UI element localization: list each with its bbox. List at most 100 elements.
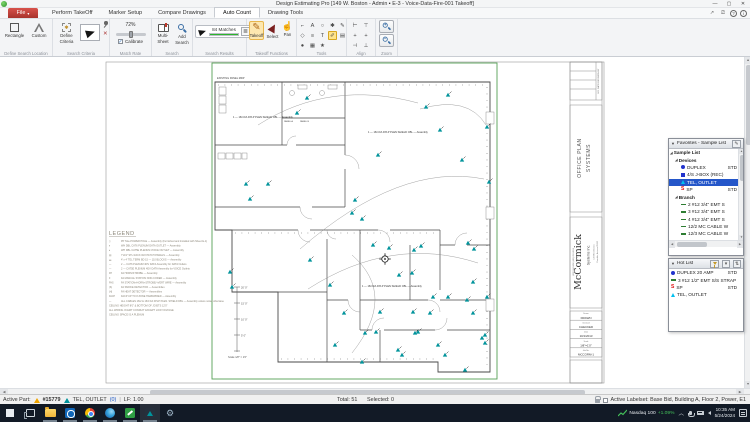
marker-tool-icon[interactable]: ✐	[328, 31, 337, 40]
takeoff-symbol[interactable]	[463, 367, 469, 372]
pin-icon[interactable]	[101, 20, 109, 28]
scroll-up-icon[interactable]: ▲	[739, 149, 743, 154]
hot-list-panel-header[interactable]: ▼ Hot List ▾ ⇅	[669, 259, 743, 269]
select-button[interactable]: Select	[265, 21, 280, 40]
search-results-box[interactable]: 84 Matches ≣	[195, 25, 253, 38]
menu-tool-icon[interactable]: ≡	[308, 31, 317, 40]
help-icon[interactable]: ?	[730, 10, 737, 17]
scroll-thumb[interactable]	[740, 155, 744, 181]
takeoff-symbol[interactable]	[266, 181, 272, 186]
center-v-icon[interactable]: +	[361, 31, 371, 40]
tray-chevron-icon[interactable]: ︿	[678, 409, 684, 417]
takeoff-symbol[interactable]	[483, 340, 489, 345]
hot-list-item-sp[interactable]: SSPSTD	[669, 284, 743, 291]
export-icon[interactable]: ↗	[708, 9, 716, 17]
dot-tool-icon[interactable]: ●	[298, 41, 307, 50]
zoom-in-button[interactable]: +	[379, 20, 394, 33]
canvas-vertical-scrollbar[interactable]: ▲ ▼	[744, 57, 750, 388]
takeoff-symbol[interactable]	[460, 157, 466, 162]
takeoff-symbol[interactable]	[230, 284, 236, 289]
takeoff-symbol[interactable]	[353, 197, 359, 202]
takeoff-symbol[interactable]	[428, 310, 434, 315]
multi-sheet-button[interactable]: Multi- Sheet	[154, 21, 172, 45]
circle-tool-icon[interactable]: ○	[318, 21, 327, 30]
takeoff-symbol[interactable]	[244, 181, 250, 186]
align-bottom-icon[interactable]: ⊥	[361, 41, 371, 50]
tab-drawing-tools[interactable]: Drawing Tools	[260, 7, 311, 18]
takeoff-symbol[interactable]	[378, 309, 384, 314]
takeoff-symbol[interactable]	[436, 342, 442, 347]
action-center-icon[interactable]	[739, 409, 747, 417]
takeoff-symbol[interactable]	[396, 347, 402, 352]
takeoff-symbol[interactable]	[305, 95, 311, 100]
info-icon[interactable]: i	[740, 10, 747, 17]
taskbar-app-edge[interactable]	[100, 404, 120, 422]
tree-item-4-s-j-box-rec-[interactable]: 4/S J-BOX (REC)	[669, 171, 743, 178]
takeoff-symbol[interactable]	[387, 245, 393, 250]
edit-favorites-icon[interactable]: ✎	[732, 140, 741, 148]
sort-icon[interactable]: ⇅	[733, 260, 741, 268]
task-view-button[interactable]	[20, 404, 40, 422]
collapse-icon[interactable]: ▼	[671, 141, 675, 146]
tree-item-tel-outlet[interactable]: TEL, OUTLET	[669, 179, 743, 186]
flag-tool-icon[interactable]: ⌐	[298, 21, 307, 30]
speaker-icon[interactable]	[708, 411, 711, 415]
grid-tool-icon[interactable]: ▤	[338, 31, 347, 40]
expander-icon[interactable]: ◢	[670, 151, 673, 155]
tree-item-12-3-mc-cable-w[interactable]: 12/3 MC CABLE W	[669, 230, 743, 237]
takeoff-symbol[interactable]	[419, 243, 425, 248]
takeoff-symbol[interactable]	[483, 332, 489, 337]
tree-node-devices[interactable]: ◢Devices	[669, 156, 743, 163]
tree-node-sample-list[interactable]: ◢Sample List	[669, 149, 743, 156]
taskbar-app-chrome[interactable]	[80, 404, 100, 422]
tab-perform-takeoff[interactable]: Perform TakeOff	[44, 7, 101, 18]
drawing-canvas[interactable]: NO. DATE REVISION BY OFFICE PLAN SYSTEMS…	[0, 57, 744, 388]
tree-item-3-12-3-4-emt-s[interactable]: 3 #12 3/4" EMT S	[669, 208, 743, 215]
taskbar-app-outlook[interactable]	[60, 404, 80, 422]
taskbar-app-file-explorer[interactable]	[40, 404, 60, 422]
tree-item-2-12-3-4-emt-s[interactable]: 2 #12 3/4" EMT S	[669, 201, 743, 208]
scroll-left-icon[interactable]: ◀	[669, 241, 675, 248]
takeoff-button[interactable]: ✎ Takeoff	[249, 21, 264, 40]
takeoff-symbol[interactable]	[376, 152, 382, 157]
taskbar-app-green-suite[interactable]	[120, 404, 140, 422]
favorites-horizontal-scrollbar[interactable]: ◀ ▶	[669, 240, 743, 247]
custom-search-button[interactable]: Custom	[28, 21, 50, 39]
takeoff-symbol[interactable]	[471, 310, 477, 315]
takeoff-symbol[interactable]	[410, 270, 416, 275]
microphone-icon[interactable]	[689, 411, 692, 416]
hot-list-item-tel-outlet[interactable]: TEL, OUTLET	[669, 291, 743, 298]
taskbar-app-settings[interactable]: ⚙	[160, 404, 180, 422]
takeoff-symbol[interactable]	[295, 110, 301, 115]
tree-item-12-2-mc-cable-w[interactable]: 12/2 MC CABLE W	[669, 223, 743, 230]
hot-list-item-duplex-20-amp[interactable]: DUPLEX 20 AMPSTD	[669, 269, 743, 276]
center-h-icon[interactable]: +	[350, 31, 360, 40]
star-tool-icon[interactable]: ★	[318, 41, 327, 50]
tree-item-sp[interactable]: SSPSTD	[669, 186, 743, 193]
vertical-scroll-thumb[interactable]	[746, 65, 750, 145]
hot-list-item-3-12-1-2-emt-s-s-strap[interactable]: 3 #12 1/2" EMT S/S STRAP	[669, 276, 743, 283]
minimize-button[interactable]: —	[708, 0, 722, 8]
letter-t-tool-icon[interactable]: T	[318, 31, 327, 40]
favorites-panel-header[interactable]: ▼ Favorites - Sample List ✎	[669, 139, 743, 149]
pan-button[interactable]: ☝ Pan	[280, 21, 295, 38]
filter-dropdown-icon[interactable]: ▾	[722, 260, 730, 268]
zoom-out-button[interactable]: −	[379, 34, 394, 47]
tree-item-4-12-3-4-emt-s[interactable]: 4 #12 3/4" EMT S	[669, 216, 743, 223]
tree-node-branch[interactable]: ◢Branch	[669, 193, 743, 200]
scroll-down-icon[interactable]: ▼	[745, 381, 750, 388]
filter-icon[interactable]	[710, 260, 719, 268]
diamond-tool-icon[interactable]: ◇	[298, 31, 307, 40]
file-button[interactable]: File ▾	[8, 8, 38, 18]
favorites-vertical-scrollbar[interactable]: ▲ ▼	[738, 149, 743, 240]
takeoff-symbol[interactable]	[308, 257, 314, 262]
slider-thumb[interactable]	[129, 31, 133, 38]
takeoff-symbol[interactable]	[471, 279, 477, 284]
takeoff-symbol[interactable]	[350, 210, 356, 215]
expander-icon[interactable]: ◢	[675, 158, 678, 162]
add-search-button[interactable]: Add Search	[173, 21, 191, 46]
takeoff-symbol[interactable]	[374, 329, 380, 334]
scroll-thumb[interactable]	[677, 242, 707, 247]
calibrate-checkbox-row[interactable]: ✓ Calibrate	[110, 39, 151, 44]
search-area-rectangle[interactable]	[212, 63, 497, 379]
